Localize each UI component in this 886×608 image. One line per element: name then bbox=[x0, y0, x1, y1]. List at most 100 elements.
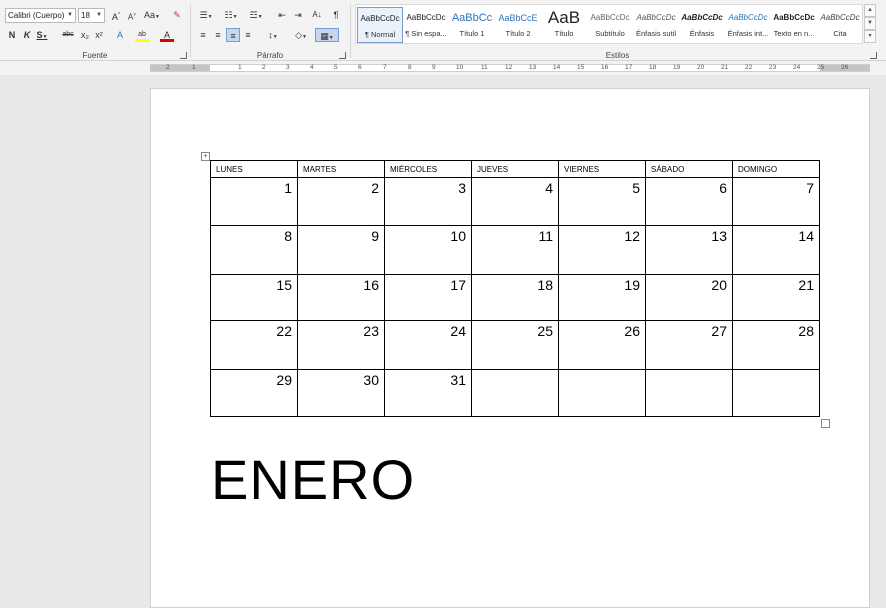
font-name-value: Calibri (Cuerpo) bbox=[8, 11, 65, 20]
ruler-tick-label: 13 bbox=[529, 64, 537, 71]
day-cell[interactable]: 5 bbox=[558, 177, 646, 226]
subscript-button[interactable]: x₂ bbox=[78, 28, 92, 42]
day-cell[interactable]: 6 bbox=[645, 177, 733, 226]
borders-icon[interactable]: ▦▼ bbox=[315, 28, 339, 42]
increase-indent-icon[interactable]: ⇥ bbox=[291, 8, 305, 22]
calendar-table[interactable]: LUNES MARTES MIÉRCOLES JUEVES VIERNES SÁBADO D… bbox=[210, 160, 820, 417]
ruler-tick-label: 2 bbox=[166, 64, 170, 71]
day-cell[interactable]: 28 bbox=[732, 320, 820, 370]
change-case-button[interactable]: Aa▼ bbox=[142, 8, 162, 22]
superscript-button[interactable]: x² bbox=[92, 28, 106, 42]
table-move-handle-icon[interactable]: + bbox=[201, 152, 210, 161]
horizontal-ruler[interactable]: 2 1 1 2 3 4 5 6 7 8 9 10 11 12 13 14 15 16 17 18 19 20 21 22 23 2… bbox=[0, 61, 886, 75]
day-cell[interactable]: 20 bbox=[645, 274, 733, 321]
ruler-tick-label: 26 bbox=[841, 64, 849, 71]
show-marks-button[interactable]: ¶ bbox=[329, 8, 343, 22]
weekday-header-cell[interactable]: LUNES bbox=[210, 160, 298, 178]
document-canvas[interactable]: + LUNES MARTES MIÉRCOLES JUEVES VIERNES SÁBAD… bbox=[0, 75, 886, 608]
day-cell[interactable]: 9 bbox=[297, 225, 385, 275]
day-cell[interactable]: 2 bbox=[297, 177, 385, 226]
day-cell[interactable] bbox=[732, 369, 820, 417]
month-title[interactable]: ENERO bbox=[211, 447, 415, 512]
font-color-button[interactable]: A bbox=[160, 28, 174, 42]
day-cell[interactable]: 10 bbox=[384, 225, 472, 275]
ruler-tick-label: 22 bbox=[745, 64, 753, 71]
ruler-tick-label: 23 bbox=[769, 64, 777, 71]
day-cell[interactable]: 22 bbox=[210, 320, 298, 370]
day-cell[interactable]: 15 bbox=[210, 274, 298, 321]
strikethrough-button[interactable]: abc bbox=[60, 28, 76, 42]
bold-label: N bbox=[8, 30, 16, 40]
ruler-tick-label: 2 bbox=[262, 64, 266, 71]
ruler-tick-label: 8 bbox=[408, 64, 412, 71]
day-cell[interactable]: 12 bbox=[558, 225, 646, 275]
day-cell[interactable]: 30 bbox=[297, 369, 385, 417]
bullets-icon[interactable]: ☰▼ bbox=[196, 8, 216, 22]
styles-dialog-launcher-icon[interactable] bbox=[870, 52, 877, 59]
clear-format-icon[interactable]: ✎ bbox=[170, 8, 184, 22]
day-cell[interactable] bbox=[558, 369, 646, 417]
align-right-icon[interactable]: ≡ bbox=[226, 28, 240, 42]
shading-icon[interactable]: ◇▼ bbox=[291, 28, 311, 42]
ruler-tick-label: 11 bbox=[481, 64, 488, 71]
bold-button[interactable]: N bbox=[5, 28, 19, 42]
day-cell[interactable]: 7 bbox=[732, 177, 820, 226]
weekday-header-cell[interactable]: SÁBADO bbox=[645, 160, 733, 178]
day-cell[interactable]: 26 bbox=[558, 320, 646, 370]
ruler-tick-label: 6 bbox=[358, 64, 362, 71]
line-spacing-icon[interactable]: ↕▼ bbox=[263, 28, 283, 42]
italic-label: K bbox=[23, 30, 31, 40]
day-cell[interactable] bbox=[645, 369, 733, 417]
italic-button[interactable]: K bbox=[20, 28, 34, 42]
document-page[interactable]: + LUNES MARTES MIÉRCOLES JUEVES VIERNES SÁBAD… bbox=[150, 88, 870, 608]
table-resize-handle-icon[interactable] bbox=[821, 419, 830, 428]
day-cell[interactable]: 18 bbox=[471, 274, 559, 321]
highlight-button[interactable]: ab bbox=[135, 28, 149, 42]
weekday-header-cell[interactable]: DOMINGO bbox=[732, 160, 820, 178]
ruler-tick-label: 5 bbox=[334, 64, 338, 71]
ruler-tick-label: 9 bbox=[432, 64, 436, 71]
day-cell[interactable]: 25 bbox=[471, 320, 559, 370]
day-cell[interactable]: 31 bbox=[384, 369, 472, 417]
shrink-font-button[interactable]: A˅ bbox=[125, 8, 139, 22]
day-cell[interactable]: 16 bbox=[297, 274, 385, 321]
day-cell[interactable]: 27 bbox=[645, 320, 733, 370]
justify-icon[interactable]: ≡ bbox=[241, 28, 255, 42]
day-cell[interactable]: 8 bbox=[210, 225, 298, 275]
font-size-combo[interactable]: 18 ▼ bbox=[78, 8, 105, 23]
font-dialog-launcher-icon[interactable] bbox=[180, 52, 187, 59]
week-row: 1234567 bbox=[210, 177, 820, 226]
font-name-combo[interactable]: Calibri (Cuerpo) ▼ bbox=[5, 8, 76, 23]
numbering-icon[interactable]: ☷▼ bbox=[221, 8, 241, 22]
weekday-header-cell[interactable]: MIÉRCOLES bbox=[384, 160, 472, 178]
day-cell[interactable]: 11 bbox=[471, 225, 559, 275]
decrease-indent-icon[interactable]: ⇤ bbox=[275, 8, 289, 22]
paragraph-dialog-launcher-icon[interactable] bbox=[339, 52, 346, 59]
weekday-header-cell[interactable]: MARTES bbox=[297, 160, 385, 178]
align-left-icon[interactable]: ≡ bbox=[196, 28, 210, 42]
day-cell[interactable]: 3 bbox=[384, 177, 472, 226]
day-cell[interactable]: 29 bbox=[210, 369, 298, 417]
day-cell[interactable]: 4 bbox=[471, 177, 559, 226]
underline-button[interactable]: S▼ bbox=[35, 28, 49, 42]
day-cell[interactable]: 13 bbox=[645, 225, 733, 275]
ruler-tick-label: 18 bbox=[649, 64, 657, 71]
day-cell[interactable] bbox=[471, 369, 559, 417]
day-cell[interactable]: 14 bbox=[732, 225, 820, 275]
day-cell[interactable]: 23 bbox=[297, 320, 385, 370]
sort-button[interactable]: A↓ bbox=[310, 8, 324, 22]
day-cell[interactable]: 24 bbox=[384, 320, 472, 370]
day-cell[interactable]: 21 bbox=[732, 274, 820, 321]
grow-font-button[interactable]: A^ bbox=[109, 8, 123, 22]
multilevel-list-icon[interactable]: ☲▼ bbox=[246, 8, 266, 22]
day-cell[interactable]: 19 bbox=[558, 274, 646, 321]
weekday-header-cell[interactable]: VIERNES bbox=[558, 160, 646, 178]
ruler-tick-label: 7 bbox=[383, 64, 387, 71]
align-center-icon[interactable]: ≡ bbox=[211, 28, 225, 42]
ruler-tick-label: 24 bbox=[793, 64, 801, 71]
day-cell[interactable]: 1 bbox=[210, 177, 298, 226]
group-separator bbox=[350, 4, 351, 58]
text-effects-button[interactable]: A bbox=[113, 28, 127, 42]
weekday-header-cell[interactable]: JUEVES bbox=[471, 160, 559, 178]
day-cell[interactable]: 17 bbox=[384, 274, 472, 321]
